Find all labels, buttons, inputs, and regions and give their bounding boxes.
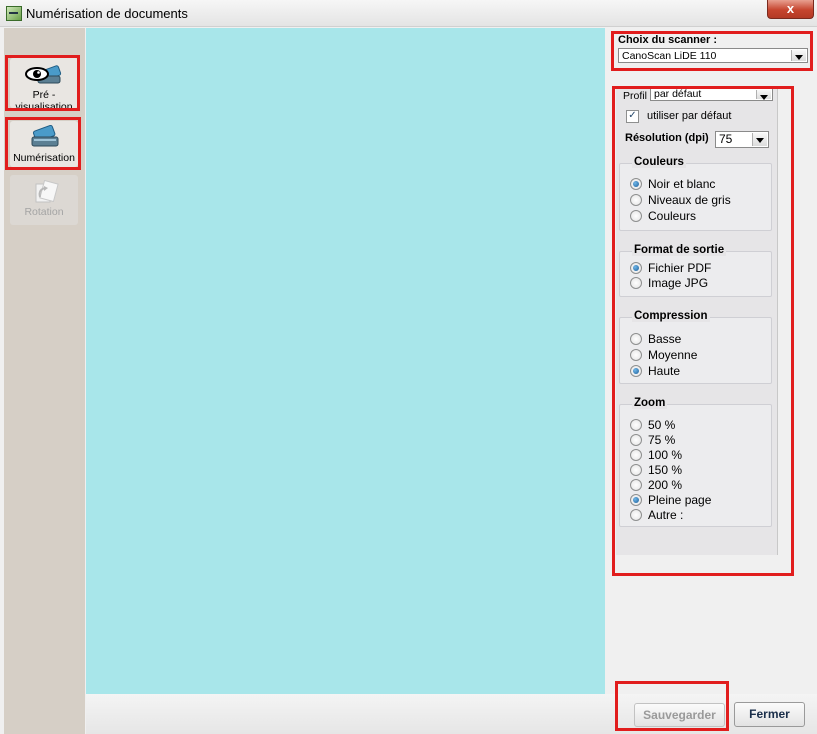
output-format-group-title: Format de sortie xyxy=(632,244,727,256)
app-icon xyxy=(6,6,22,21)
rotation-button[interactable]: Rotation xyxy=(10,175,78,225)
profile-select-value: par défaut xyxy=(654,88,702,100)
window-title: Numérisation de documents xyxy=(26,6,188,21)
scan-label: Numérisation xyxy=(13,152,75,164)
close-button[interactable]: Fermer xyxy=(734,702,805,727)
close-window-button[interactable]: x xyxy=(767,0,814,19)
profile-select[interactable]: par défaut xyxy=(650,88,773,101)
color-option-label: Niveaux de gris xyxy=(648,193,731,207)
zoom-option-label: Pleine page xyxy=(648,493,712,507)
radio-button[interactable] xyxy=(630,178,642,190)
preview-button[interactable]: Pré - visualisation xyxy=(10,58,78,113)
chevron-down-icon xyxy=(756,90,771,100)
zoom-option-label: Autre : xyxy=(648,508,684,522)
compression-group-title: Compression xyxy=(632,310,710,322)
use-default-label: utiliser par défaut xyxy=(647,110,732,122)
compression-option-label: Haute xyxy=(648,364,681,378)
chevron-down-icon xyxy=(752,133,767,146)
resolution-label: Résolution (dpi) xyxy=(625,132,709,144)
preview-label: Pré - visualisation xyxy=(15,89,73,113)
format-option-label: Image JPG xyxy=(648,276,709,290)
radio-button[interactable] xyxy=(630,262,642,274)
zoom-option-label: 200 % xyxy=(648,478,683,492)
radio-button[interactable] xyxy=(630,509,642,521)
radio-button[interactable] xyxy=(630,494,642,506)
radio-button[interactable] xyxy=(630,210,642,222)
zoom-group xyxy=(619,404,772,527)
zoom-option-label: 150 % xyxy=(648,463,683,477)
format-option-label: Fichier PDF xyxy=(648,261,712,275)
resolution-select-value: 75 xyxy=(719,132,733,146)
rotation-label: Rotation xyxy=(24,206,64,218)
zoom-option-label: 100 % xyxy=(648,448,683,462)
scan-button[interactable]: Numérisation xyxy=(10,121,78,167)
use-default-checkbox[interactable]: ✓ xyxy=(626,110,639,123)
profile-label: Profil xyxy=(623,90,647,102)
zoom-option-label: 75 % xyxy=(648,433,676,447)
radio-button[interactable] xyxy=(630,419,642,431)
radio-button[interactable] xyxy=(630,464,642,476)
color-option-label: Noir et blanc xyxy=(648,177,716,191)
radio-button[interactable] xyxy=(630,434,642,446)
radio-button[interactable] xyxy=(630,479,642,491)
colors-group-title: Couleurs xyxy=(632,156,686,168)
scanner-label: Choix du scanner : xyxy=(618,34,718,46)
scanner-select-value: CanoScan LiDE 110 xyxy=(622,50,717,62)
scan-window: Numérisation de documents x Pré - visual… xyxy=(0,0,817,734)
title-bar: Numérisation de documents x xyxy=(0,0,817,27)
scan-preview-area[interactable] xyxy=(86,28,605,694)
zoom-option-label: 50 % xyxy=(648,418,676,432)
compression-option-label: Basse xyxy=(648,332,682,346)
radio-button[interactable] xyxy=(630,349,642,361)
scanner-select[interactable]: CanoScan LiDE 110 xyxy=(618,48,808,63)
radio-button[interactable] xyxy=(630,194,642,206)
chevron-down-icon xyxy=(791,50,806,61)
radio-button[interactable] xyxy=(630,365,642,377)
eye-scanner-icon xyxy=(24,62,64,88)
rotate-icon xyxy=(24,179,64,205)
zoom-group-title: Zoom xyxy=(632,397,668,409)
resolution-select[interactable]: 75 xyxy=(715,131,769,148)
radio-button[interactable] xyxy=(630,333,642,345)
compression-option-label: Moyenne xyxy=(648,348,698,362)
color-option-label: Couleurs xyxy=(648,209,697,223)
radio-button[interactable] xyxy=(630,277,642,289)
save-button[interactable]: Sauvegarder xyxy=(634,703,725,727)
radio-button[interactable] xyxy=(630,449,642,461)
scanner-icon xyxy=(24,124,64,151)
